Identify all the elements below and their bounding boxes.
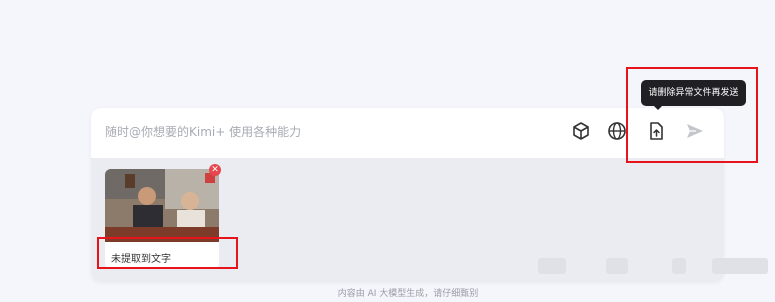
blurred-region [538,258,566,274]
remove-attachment-button[interactable]: ✕ [209,164,221,176]
ai-disclaimer: 内容由 AI 大模型生成，请仔细甄别 [337,289,479,299]
blurred-region [606,258,628,274]
photo-thumbnail [105,169,219,242]
cube-icon [571,121,591,145]
kimi-plus-button[interactable] [569,121,593,145]
status-highlight-box [97,237,238,269]
message-input-placeholder[interactable]: 随时@你想要的Kimi+ 使用各种能力 [105,123,301,140]
close-icon: ✕ [211,165,219,175]
error-tooltip: 请删除异常文件再发送 [641,80,746,106]
tooltip-arrow [653,105,663,110]
blurred-region [672,258,686,274]
blurred-region [712,258,768,274]
globe-icon [607,121,627,145]
